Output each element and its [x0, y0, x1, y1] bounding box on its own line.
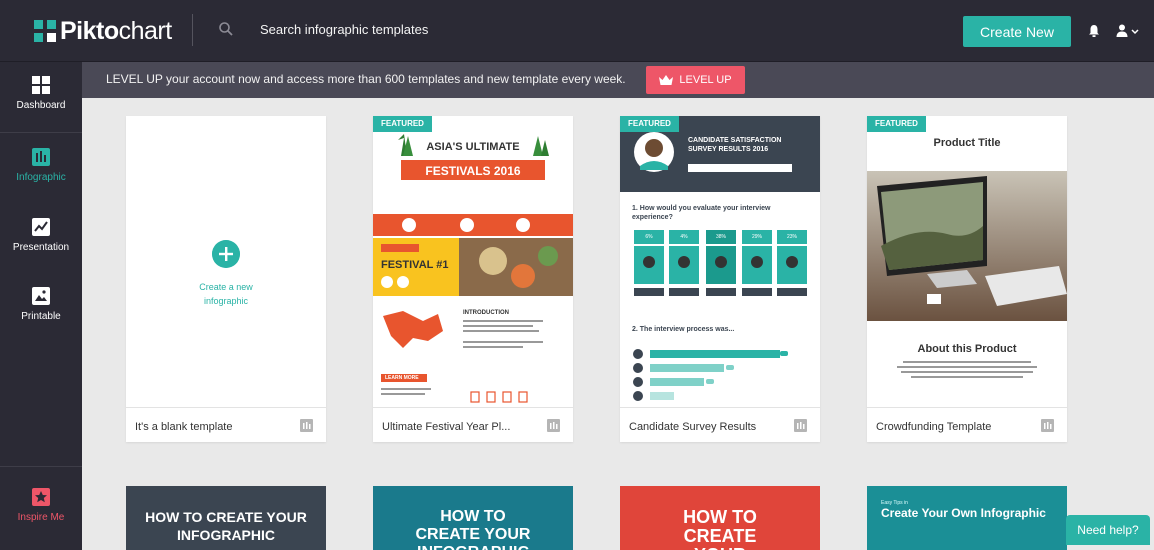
- sidebar-item-dashboard[interactable]: Dashboard: [0, 62, 82, 128]
- preview-learn-more: LEARN MORE: [385, 375, 419, 381]
- sidebar-item-printable[interactable]: Printable: [0, 273, 82, 339]
- bottom-card-title: Create Your Own Infographic: [881, 506, 1046, 520]
- level-up-label: LEVEL UP: [679, 74, 732, 86]
- sidebar-item-inspire-me[interactable]: Inspire Me: [0, 474, 82, 540]
- topbar-divider: [192, 14, 193, 46]
- template-card-how-to-3[interactable]: HOW TO CREATE YOUR: [620, 486, 820, 550]
- bell-icon[interactable]: [1087, 24, 1101, 38]
- sidebar-divider: [0, 132, 82, 133]
- preview-percent: 4%: [680, 234, 688, 240]
- infographic-type-icon: [547, 419, 560, 432]
- preview-percent: 29%: [751, 234, 762, 240]
- star-icon: [32, 488, 50, 506]
- template-card-festival[interactable]: FEATURED ASIA'S ULTIMATE FESTIVALS 2016 …: [373, 116, 573, 442]
- template-name: It's a blank template: [135, 421, 233, 433]
- template-card-how-to-1[interactable]: HOW TO CREATE YOUR INFOGRAPHIC: [126, 486, 326, 550]
- need-help-button[interactable]: Need help?: [1066, 515, 1150, 545]
- preview-banner: FESTIVALS 2016: [425, 164, 521, 178]
- preview-subtitle: About this Product: [917, 343, 1017, 355]
- featured-badge: FEATURED: [620, 116, 679, 132]
- template-card-survey[interactable]: FEATURED CANDIDATE SATISFACTION SURVEY R…: [620, 116, 820, 442]
- top-bar: Piktochart Create New: [0, 0, 1154, 62]
- template-card-crowdfunding[interactable]: FEATURED Product Title About this Produc…: [867, 116, 1067, 442]
- sidebar-item-presentation[interactable]: Presentation: [0, 204, 82, 270]
- template-preview: ASIA'S ULTIMATE FESTIVALS 2016 FESTIVAL …: [373, 116, 573, 407]
- template-preview: Product Title About this Product: [867, 116, 1067, 407]
- template-card-footer: Crowdfunding Template: [867, 407, 1067, 442]
- preview-percent: 23%: [786, 234, 797, 240]
- sidebar: Dashboard Infographic Presentation Print…: [0, 62, 82, 550]
- featured-badge: FEATURED: [373, 116, 432, 132]
- bottom-card-title: HOW TO CREATE YOUR: [683, 507, 757, 550]
- infographic-type-icon: [794, 419, 807, 432]
- featured-badge: FEATURED: [867, 116, 926, 132]
- crown-icon: [659, 74, 674, 85]
- bar-chart-icon: [32, 148, 50, 166]
- logo-mark-icon: [34, 20, 56, 42]
- template-card-blank[interactable]: Create a new infographic It's a blank te…: [126, 116, 326, 442]
- banner-text: LEVEL UP your account now and access mor…: [106, 72, 626, 86]
- create-new-button[interactable]: Create New: [963, 16, 1071, 47]
- survey-preview-art: [620, 116, 820, 407]
- sidebar-item-label: Dashboard: [16, 100, 66, 111]
- infographic-type-icon: [1041, 419, 1054, 432]
- preview-question-2: 2. The interview process was...: [632, 326, 735, 333]
- sidebar-item-label: Printable: [21, 311, 61, 322]
- line-chart-icon: [32, 218, 50, 236]
- search-icon[interactable]: [218, 21, 234, 37]
- bottom-card-title: HOW TO CREATE YOUR INFOGRAPHIC: [415, 508, 531, 550]
- template-card-how-to-2[interactable]: HOW TO CREATE YOUR INFOGRAPHIC: [373, 486, 573, 550]
- image-icon: [32, 287, 50, 305]
- sidebar-item-label: Inspire Me: [17, 512, 65, 523]
- logo-text-bold: Pikto: [60, 16, 119, 45]
- preview-section-title: INTRODUCTION: [463, 310, 509, 316]
- preview-title: Product Title: [933, 137, 1001, 149]
- template-card-footer: Ultimate Festival Year Pl...: [373, 407, 573, 442]
- search-input[interactable]: [252, 16, 752, 42]
- sidebar-item-label: Presentation: [12, 242, 70, 253]
- preview-percent: 6%: [645, 234, 653, 240]
- user-menu-icon[interactable]: [1116, 24, 1140, 38]
- template-card-create-own[interactable]: Easy Tips in Create Your Own Infographic: [867, 486, 1067, 550]
- crowdfunding-preview-art: [867, 116, 1067, 407]
- preview-percent: 38%: [715, 234, 726, 240]
- grid-icon: [32, 76, 50, 94]
- level-up-button[interactable]: LEVEL UP: [646, 66, 745, 94]
- template-name: Ultimate Festival Year Pl...: [382, 421, 511, 433]
- sidebar-item-infographic[interactable]: Infographic: [0, 134, 82, 200]
- template-card-footer: Candidate Survey Results: [620, 407, 820, 442]
- sidebar-item-label: Infographic: [16, 172, 66, 183]
- logo-text-light: chart: [118, 16, 173, 45]
- preview-festival-label: FESTIVAL #1: [381, 259, 449, 271]
- template-preview: CANDIDATE SATISFACTION SURVEY RESULTS 20…: [620, 116, 820, 407]
- template-preview: Create a new infographic: [126, 116, 326, 407]
- piktochart-logo[interactable]: Piktochart: [34, 16, 172, 46]
- bottom-card-title: HOW TO CREATE YOUR INFOGRAPHIC: [145, 509, 307, 543]
- template-name: Crowdfunding Template: [876, 421, 992, 433]
- template-card-footer: It's a blank template: [126, 407, 326, 442]
- infographic-type-icon: [300, 419, 313, 432]
- plus-circle-icon[interactable]: [212, 240, 240, 268]
- template-name: Candidate Survey Results: [629, 421, 757, 433]
- sidebar-divider: [0, 466, 82, 467]
- create-new-infographic-link[interactable]: Create a new infographic: [126, 280, 326, 308]
- preview-title: CANDIDATE SATISFACTION SURVEY RESULTS 20…: [688, 137, 782, 153]
- upgrade-banner: LEVEL UP your account now and access mor…: [82, 62, 1154, 98]
- preview-question-1: 1. How would you evaluate your interview…: [632, 205, 771, 221]
- preview-headline: ASIA'S ULTIMATE: [426, 141, 520, 153]
